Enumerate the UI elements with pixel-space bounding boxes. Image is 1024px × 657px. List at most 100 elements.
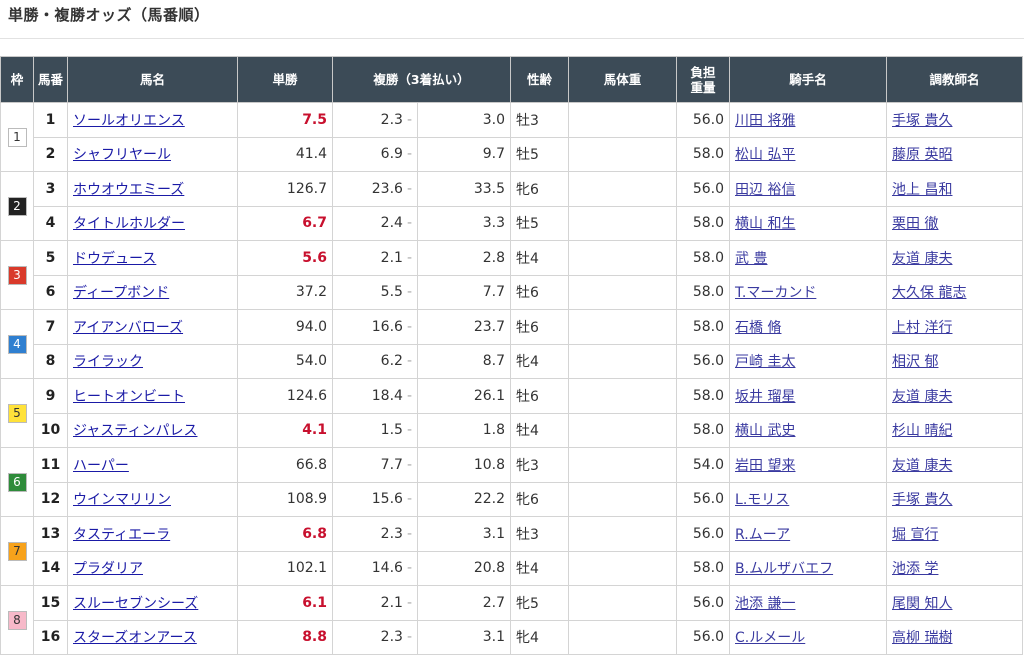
horse-number: 1 bbox=[33, 102, 68, 138]
trainer-link[interactable]: 堀 宣行 bbox=[892, 527, 938, 543]
carried-weight: 56.0 bbox=[676, 516, 731, 552]
win-odds: 126.7 bbox=[237, 171, 333, 207]
trainer-link[interactable]: 上村 洋行 bbox=[892, 320, 952, 336]
horse-name-link[interactable]: アイアンバローズ bbox=[73, 320, 183, 336]
sex-age: 牡4 bbox=[510, 550, 570, 586]
waku-badge: 2 bbox=[7, 196, 27, 216]
horse-name-link[interactable]: タスティエーラ bbox=[73, 527, 170, 543]
place-odds-low-cell: 2.1- bbox=[332, 240, 418, 276]
jockey-link[interactable]: T.マーカンド bbox=[735, 285, 816, 301]
body-weight bbox=[568, 102, 678, 138]
horse-name-link[interactable]: ライラック bbox=[73, 354, 143, 370]
trainer-link[interactable]: 友道 康夫 bbox=[892, 389, 952, 405]
trainer-cell: 杉山 晴紀 bbox=[886, 412, 1024, 448]
range-separator: - bbox=[406, 422, 412, 439]
trainer-link[interactable]: 友道 康夫 bbox=[892, 251, 952, 267]
horse-name-link[interactable]: ウインマリリン bbox=[73, 492, 171, 508]
jockey-link[interactable]: L.モリス bbox=[735, 492, 789, 508]
table-row: 16 スターズオンアース 8.8 2.3-3.1 牝4 56.0 C.ルメール 高柳 瑞樹 bbox=[1, 619, 1024, 655]
waku-badge: 3 bbox=[7, 265, 27, 285]
waku-cell: 6 bbox=[0, 447, 34, 517]
horse-number: 4 bbox=[33, 205, 68, 241]
horse-number: 2 bbox=[33, 136, 68, 172]
trainer-link[interactable]: 相沢 郁 bbox=[892, 354, 938, 370]
range-separator: - bbox=[406, 146, 412, 163]
horse-name-link[interactable]: ソールオリエンス bbox=[73, 113, 185, 129]
header-body-weight: 馬体重 bbox=[568, 56, 678, 103]
trainer-link[interactable]: 池上 昌和 bbox=[892, 182, 952, 198]
horse-number: 16 bbox=[33, 619, 68, 655]
jockey-link[interactable]: 横山 武史 bbox=[735, 423, 795, 439]
table-row: 6 11 ハーパー 66.8 7.7-10.8 牝3 54.0 岩田 望来 友道 康夫 bbox=[0, 447, 1024, 517]
trainer-link[interactable]: 栗田 徹 bbox=[892, 216, 938, 232]
jockey-link[interactable]: 石橋 脩 bbox=[735, 320, 781, 336]
jockey-link[interactable]: 田辺 裕信 bbox=[735, 182, 795, 198]
place-odds-high: 3.3 bbox=[416, 205, 512, 241]
jockey-link[interactable]: 岩田 望来 bbox=[735, 458, 795, 474]
trainer-cell: 高柳 瑞樹 bbox=[886, 619, 1024, 655]
trainer-cell: 栗田 徹 bbox=[886, 205, 1024, 241]
trainer-link[interactable]: 手塚 貴久 bbox=[892, 492, 952, 508]
horse-name-link[interactable]: シャフリヤール bbox=[73, 147, 171, 163]
horse-name-link[interactable]: ハーパー bbox=[73, 458, 129, 474]
trainer-link[interactable]: 大久保 龍志 bbox=[892, 285, 966, 301]
place-odds-low-cell: 23.6- bbox=[332, 171, 418, 207]
horse-name-link[interactable]: プラダリア bbox=[73, 561, 143, 577]
horse-name-link[interactable]: タイトルホルダー bbox=[73, 216, 185, 232]
range-separator: - bbox=[406, 215, 412, 232]
body-weight bbox=[568, 585, 678, 621]
waku-badge: 5 bbox=[7, 403, 27, 423]
trainer-link[interactable]: 池添 学 bbox=[892, 561, 938, 577]
jockey-link[interactable]: R.ムーア bbox=[735, 527, 790, 543]
table-row: 14 プラダリア 102.1 14.6-20.8 牡4 58.0 B.ムルザバエフ 池添 学 bbox=[1, 550, 1024, 586]
jockey-link[interactable]: 坂井 瑠星 bbox=[735, 389, 795, 405]
range-separator: - bbox=[406, 353, 412, 370]
carried-weight: 56.0 bbox=[676, 102, 731, 138]
jockey-link[interactable]: C.ルメール bbox=[735, 630, 805, 646]
jockey-link[interactable]: B.ムルザバエフ bbox=[735, 561, 833, 577]
horse-number: 5 bbox=[33, 240, 68, 276]
jockey-link[interactable]: 川田 将雅 bbox=[735, 113, 795, 129]
body-weight bbox=[568, 412, 678, 448]
place-odds-high: 20.8 bbox=[416, 550, 512, 586]
body-weight bbox=[568, 309, 678, 345]
jockey-link[interactable]: 武 豊 bbox=[735, 251, 767, 267]
horse-name-link[interactable]: ディープボンド bbox=[73, 285, 169, 301]
horse-name-cell: ソールオリエンス bbox=[67, 102, 238, 138]
header-sex-age: 性齢 bbox=[510, 56, 570, 103]
trainer-cell: 友道 康夫 bbox=[886, 240, 1024, 276]
place-odds-low-cell: 16.6- bbox=[332, 309, 418, 345]
horse-name-link[interactable]: ジャスティンパレス bbox=[73, 423, 197, 439]
jockey-link[interactable]: 戸崎 圭太 bbox=[735, 354, 795, 370]
horse-name-link[interactable]: ホウオウエミーズ bbox=[73, 182, 184, 198]
sex-age: 牡4 bbox=[510, 240, 570, 276]
carried-weight: 58.0 bbox=[676, 309, 731, 345]
horse-name-link[interactable]: ドウデュース bbox=[73, 251, 156, 267]
trainer-link[interactable]: 杉山 晴紀 bbox=[892, 423, 952, 439]
header-jockey: 騎手名 bbox=[729, 56, 888, 103]
trainer-link[interactable]: 手塚 貴久 bbox=[892, 113, 952, 129]
trainer-link[interactable]: 藤原 英昭 bbox=[892, 147, 952, 163]
header-carried-weight-line1: 負担 bbox=[690, 64, 716, 80]
body-weight bbox=[568, 205, 678, 241]
trainer-link[interactable]: 友道 康夫 bbox=[892, 458, 952, 474]
horse-name-cell: ジャスティンパレス bbox=[67, 412, 238, 448]
horse-name-link[interactable]: スターズオンアース bbox=[73, 630, 197, 646]
table-row: 2 シャフリヤール 41.4 6.9-9.7 牡5 58.0 松山 弘平 藤原 英昭 bbox=[1, 136, 1024, 172]
horse-number: 6 bbox=[33, 274, 68, 310]
trainer-link[interactable]: 高柳 瑞樹 bbox=[892, 630, 952, 646]
horse-name-cell: シャフリヤール bbox=[67, 136, 238, 172]
jockey-link[interactable]: 横山 和生 bbox=[735, 216, 795, 232]
horse-name-link[interactable]: ヒートオンビート bbox=[73, 389, 185, 405]
win-odds: 4.1 bbox=[237, 412, 333, 448]
trainer-cell: 相沢 郁 bbox=[886, 343, 1024, 379]
body-weight bbox=[568, 136, 678, 172]
place-odds-low-cell: 2.4- bbox=[332, 205, 418, 241]
horse-name-link[interactable]: スルーセブンシーズ bbox=[73, 596, 198, 612]
jockey-link[interactable]: 松山 弘平 bbox=[735, 147, 795, 163]
jockey-link[interactable]: 池添 謙一 bbox=[735, 596, 795, 612]
place-odds-low: 6.9 bbox=[380, 146, 403, 163]
trainer-link[interactable]: 尾関 知人 bbox=[892, 596, 952, 612]
place-odds-low: 5.5 bbox=[380, 284, 403, 301]
horse-number: 13 bbox=[33, 516, 68, 552]
